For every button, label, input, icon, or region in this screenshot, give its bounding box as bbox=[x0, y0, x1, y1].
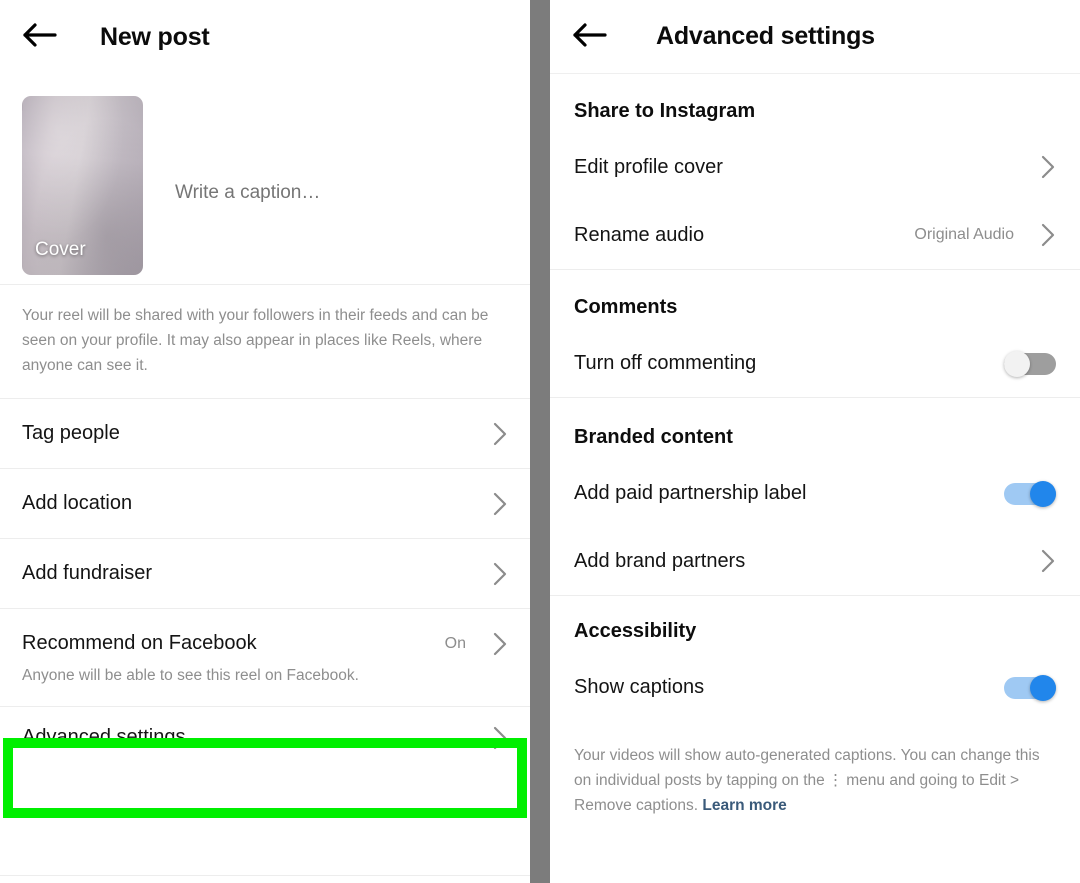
row-label: Advanced settings bbox=[22, 726, 186, 749]
new-post-screen: New post Cover Your reel will be shared … bbox=[0, 0, 530, 883]
row-label: Show captions bbox=[574, 675, 705, 698]
row-add-paid-partnership-label[interactable]: Add paid partnership label bbox=[550, 459, 1080, 527]
section-accessibility: Accessibility bbox=[574, 620, 697, 642]
section-share-to-instagram: Share to Instagram bbox=[574, 100, 756, 122]
row-label: Recommend on Facebook bbox=[22, 632, 257, 655]
row-add-fundraiser[interactable]: Add fundraiser bbox=[0, 539, 530, 609]
chevron-right-icon bbox=[1034, 155, 1056, 179]
row-label: Rename audio bbox=[574, 223, 705, 246]
advanced-settings-screen: Advanced settings Share to Instagram Edi… bbox=[550, 0, 1080, 883]
section-comments: Comments bbox=[574, 296, 678, 318]
back-arrow-icon[interactable] bbox=[572, 22, 612, 52]
panel-divider bbox=[530, 0, 550, 883]
chevron-right-icon bbox=[1034, 223, 1056, 247]
compose-area: Cover bbox=[0, 74, 530, 284]
cover-thumbnail[interactable]: Cover bbox=[22, 96, 143, 275]
section-branded-content: Branded content bbox=[574, 426, 733, 448]
row-rename-audio[interactable]: Rename audio Original Audio bbox=[550, 201, 1080, 269]
row-edit-profile-cover[interactable]: Edit profile cover bbox=[550, 133, 1080, 201]
chevron-right-icon bbox=[486, 492, 508, 516]
row-value: On bbox=[444, 634, 466, 652]
chevron-right-icon bbox=[486, 422, 508, 446]
page-title: New post bbox=[100, 22, 210, 51]
screenshot-root: New post Cover Your reel will be shared … bbox=[0, 0, 1080, 883]
row-tag-people[interactable]: Tag people bbox=[0, 399, 530, 469]
divider bbox=[0, 875, 530, 876]
row-label: Add location bbox=[22, 492, 133, 515]
chevron-right-icon bbox=[486, 632, 508, 656]
chevron-right-icon bbox=[1034, 549, 1056, 573]
row-show-captions[interactable]: Show captions bbox=[550, 653, 1080, 721]
row-label: Add paid partnership label bbox=[574, 481, 807, 504]
row-label: Turn off commenting bbox=[574, 351, 757, 374]
turn-off-commenting-toggle[interactable] bbox=[1004, 350, 1056, 377]
page-title: Advanced settings bbox=[656, 22, 875, 50]
caption-input[interactable] bbox=[143, 96, 508, 284]
cover-label: Cover bbox=[35, 239, 86, 260]
toggle-knob bbox=[1030, 480, 1056, 507]
chevron-right-icon bbox=[486, 726, 508, 750]
row-turn-off-commenting[interactable]: Turn off commenting bbox=[550, 329, 1080, 397]
row-label: Add fundraiser bbox=[22, 562, 153, 585]
show-captions-toggle[interactable] bbox=[1004, 674, 1056, 701]
kebab-menu-icon: ⋮ bbox=[827, 772, 844, 790]
captions-note: Your videos will show auto-generated cap… bbox=[550, 721, 1080, 818]
row-advanced-settings[interactable]: Advanced settings bbox=[0, 706, 530, 769]
row-add-location[interactable]: Add location bbox=[0, 469, 530, 539]
row-value: Original Audio bbox=[914, 226, 1014, 243]
row-label: Tag people bbox=[22, 422, 120, 445]
new-post-header: New post bbox=[0, 0, 530, 74]
row-label: Edit profile cover bbox=[574, 155, 723, 178]
learn-more-link[interactable]: Learn more bbox=[702, 797, 786, 814]
facebook-note: Anyone will be able to see this reel on … bbox=[22, 667, 359, 685]
paid-partnership-toggle[interactable] bbox=[1004, 480, 1056, 507]
toggle-knob bbox=[1004, 350, 1030, 377]
share-note: Your reel will be shared with your follo… bbox=[22, 307, 489, 375]
row-add-brand-partners[interactable]: Add brand partners bbox=[550, 527, 1080, 595]
back-arrow-icon[interactable] bbox=[22, 22, 62, 52]
chevron-right-icon bbox=[486, 562, 508, 586]
row-label: Add brand partners bbox=[574, 549, 746, 572]
advanced-settings-header: Advanced settings bbox=[550, 0, 1080, 74]
toggle-knob bbox=[1030, 674, 1056, 701]
